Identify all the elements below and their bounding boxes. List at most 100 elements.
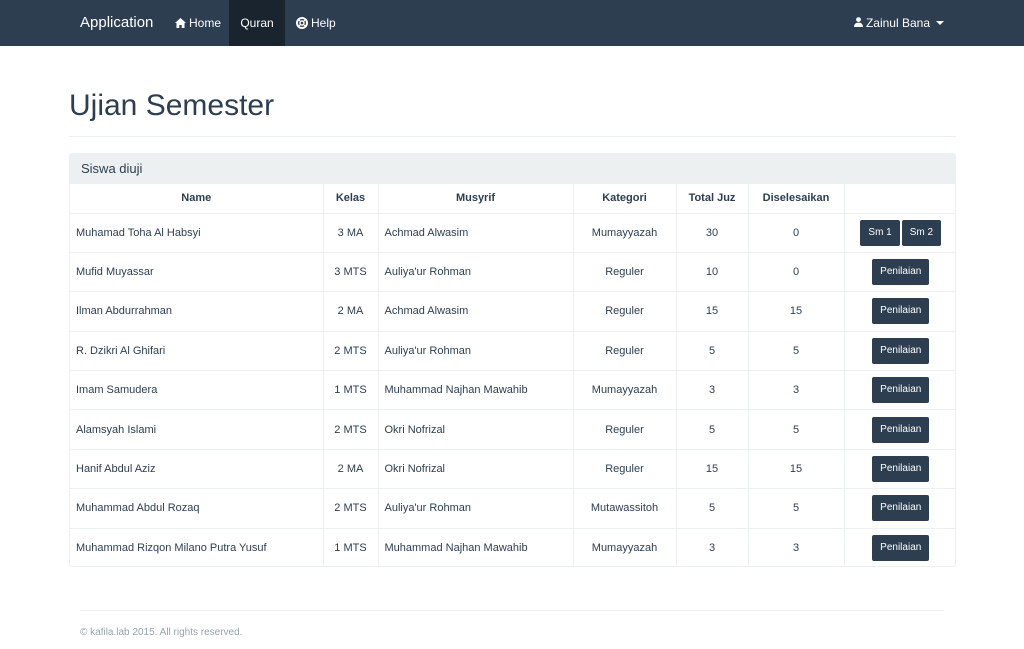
table-row: Muhammad Rizqon Milano Putra Yusuf 1 MTS M… <box>70 527 955 566</box>
cell-name: Imam Samudera <box>70 370 324 410</box>
cell-musyrif: Muhammad Najhan Mawahib <box>378 527 574 566</box>
penilaian-button[interactable]: Penilaian <box>872 535 930 562</box>
footer-divider <box>80 610 944 611</box>
nav-quran[interactable]: Quran <box>229 0 285 46</box>
cell-name: Ilman Abdurrahman <box>70 291 324 332</box>
cell-diselesaikan: 3 <box>748 370 845 410</box>
user-name: Zainul Bana <box>865 16 930 30</box>
nav-home-label: Home <box>189 16 222 30</box>
column-header-total-juz: Total Juz <box>676 184 749 214</box>
cell-musyrif: Achmad Alwasim <box>378 212 574 253</box>
cell-actions: Penilaian <box>844 448 955 489</box>
cell-musyrif: Muhammad Najhan Mawahib <box>378 370 574 410</box>
cell-actions: Penilaian <box>844 330 955 371</box>
caret-down-icon <box>936 21 944 25</box>
cell-total-juz: 30 <box>676 212 749 253</box>
cell-name: Muhamad Toha Al Habsyi <box>70 212 324 253</box>
column-header-actions <box>844 184 955 214</box>
penilaian-button[interactable]: Penilaian <box>872 337 930 364</box>
lifebuoy-icon <box>296 17 308 29</box>
cell-name: Mufid Muyassar <box>70 251 324 292</box>
cell-musyrif: Achmad Alwasim <box>378 291 574 332</box>
cell-kelas: 1 MTS <box>323 527 379 566</box>
brand-link[interactable]: Application <box>80 0 153 46</box>
cell-total-juz: 15 <box>676 291 749 332</box>
cell-musyrif: Auliya'ur Rohman <box>378 330 574 371</box>
nav-help[interactable]: Help <box>285 0 347 46</box>
column-header-name: Name <box>70 184 324 214</box>
cell-kelas: 3 MA <box>323 212 379 253</box>
cell-kategori: Reguler <box>573 409 677 450</box>
sm-1-button[interactable]: Sm 1 <box>860 219 900 246</box>
penilaian-button[interactable]: Penilaian <box>872 416 930 443</box>
footer-copyright: © kafila.lab 2015. All rights reserved. <box>80 627 243 638</box>
cell-diselesaikan: 0 <box>748 212 845 253</box>
table-row: R. Dzikri Al Ghifari 2 MTS Auliya'ur Rohma… <box>70 330 955 371</box>
column-header-kategori: Kategori <box>573 184 677 214</box>
cell-total-juz: 5 <box>676 488 749 529</box>
cell-diselesaikan: 3 <box>748 527 845 566</box>
cell-musyrif: Okri Nofrizal <box>378 448 574 489</box>
cell-kategori: Mumayyazah <box>573 527 677 566</box>
column-header-diselesaikan: Diselesaikan <box>748 184 845 214</box>
user-icon <box>853 16 863 30</box>
nav-home[interactable]: Home <box>164 0 232 46</box>
cell-actions: Penilaian <box>844 409 955 450</box>
user-menu[interactable]: Zainul Bana <box>853 0 944 46</box>
penilaian-button[interactable]: Penilaian <box>872 495 930 522</box>
sm-2-button[interactable]: Sm 2 <box>901 219 942 246</box>
students-panel: Siswa diuji Name Kelas Musyrif Kategori … <box>69 153 956 567</box>
cell-kelas: 2 MA <box>323 291 379 332</box>
page-title: Ujian Semester <box>69 89 275 122</box>
cell-kategori: Reguler <box>573 291 677 332</box>
cell-diselesaikan: 5 <box>748 330 845 371</box>
cell-actions: Sm 1 Sm 2 <box>844 212 955 253</box>
penilaian-button[interactable]: Penilaian <box>872 456 930 483</box>
penilaian-button[interactable]: Penilaian <box>872 298 930 325</box>
cell-musyrif: Okri Nofrizal <box>378 409 574 450</box>
nav-quran-label: Quran <box>240 16 274 30</box>
table-row: Alamsyah Islami 2 MTS Okri Nofrizal Reguler… <box>70 409 955 450</box>
cell-musyrif: Auliya'ur Rohman <box>378 251 574 292</box>
home-icon <box>175 18 186 28</box>
cell-kelas: 2 MTS <box>323 409 379 450</box>
table-row: Mufid Muyassar 3 MTS Auliya'ur Rohman Regul… <box>70 251 955 292</box>
cell-total-juz: 3 <box>676 527 749 566</box>
column-header-kelas: Kelas <box>323 184 379 214</box>
panel-heading: Siswa diuji <box>70 154 955 184</box>
cell-total-juz: 5 <box>676 409 749 450</box>
cell-diselesaikan: 5 <box>748 488 845 529</box>
table-row: Imam Samudera 1 MTS Muhammad Najhan Mawahi… <box>70 370 955 410</box>
cell-kategori: Reguler <box>573 251 677 292</box>
cell-name: Alamsyah Islami <box>70 409 324 450</box>
students-table: Name Kelas Musyrif Kategori Total Juz Di… <box>70 184 955 566</box>
cell-kategori: Mumayyazah <box>573 370 677 410</box>
cell-kategori: Mutawassitoh <box>573 488 677 529</box>
cell-diselesaikan: 0 <box>748 251 845 292</box>
cell-diselesaikan: 15 <box>748 291 845 332</box>
cell-kelas: 2 MTS <box>323 488 379 529</box>
cell-kategori: Reguler <box>573 330 677 371</box>
cell-total-juz: 15 <box>676 448 749 489</box>
cell-name: Muhammad Abdul Rozaq <box>70 488 324 529</box>
cell-total-juz: 5 <box>676 330 749 371</box>
cell-kelas: 2 MA <box>323 448 379 489</box>
cell-total-juz: 10 <box>676 251 749 292</box>
cell-actions: Penilaian <box>844 527 955 566</box>
table-row: Hanif Abdul Aziz 2 MA Okri Nofrizal Reguler… <box>70 448 955 489</box>
cell-actions: Penilaian <box>844 370 955 410</box>
top-navbar: Application Home Quran Help Zainul Bana <box>0 0 1024 46</box>
cell-diselesaikan: 15 <box>748 448 845 489</box>
table-row: Muhammad Abdul Rozaq 2 MTS Auliya'ur Rohma… <box>70 488 955 529</box>
cell-actions: Penilaian <box>844 488 955 529</box>
cell-kelas: 3 MTS <box>323 251 379 292</box>
table-header-row: Name Kelas Musyrif Kategori Total Juz Di… <box>70 184 955 214</box>
penilaian-button[interactable]: Penilaian <box>872 377 930 404</box>
cell-actions: Penilaian <box>844 251 955 292</box>
penilaian-button[interactable]: Penilaian <box>872 259 930 286</box>
column-header-musyrif: Musyrif <box>378 184 574 214</box>
cell-name: R. Dzikri Al Ghifari <box>70 330 324 371</box>
cell-kelas: 2 MTS <box>323 330 379 371</box>
cell-diselesaikan: 5 <box>748 409 845 450</box>
cell-name: Muhammad Rizqon Milano Putra Yusuf <box>70 527 324 566</box>
